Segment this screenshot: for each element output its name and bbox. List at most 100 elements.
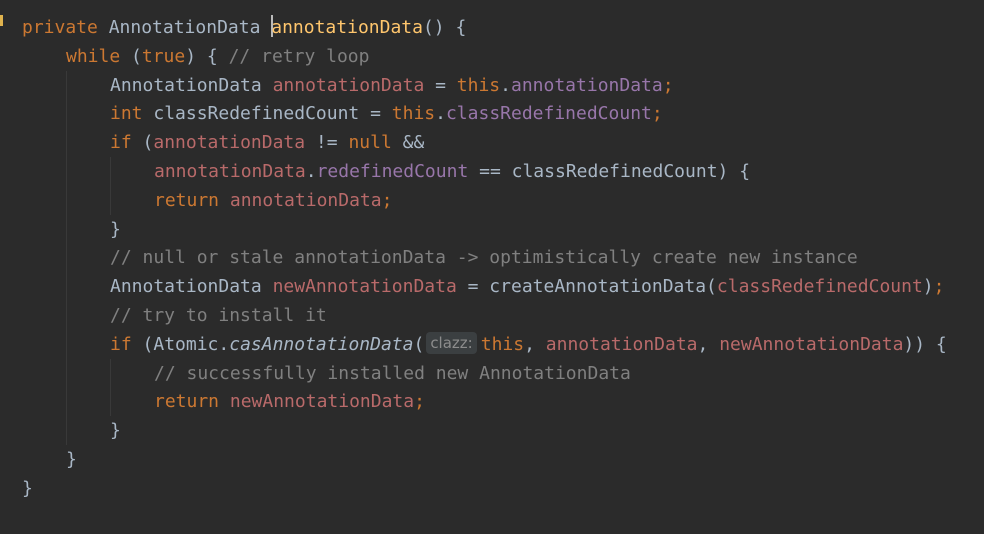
code-token: ) { (185, 45, 229, 67)
code-token: classRedefinedCount = (142, 103, 392, 125)
indent-guide (66, 416, 67, 446)
code-line[interactable]: // try to install it (22, 301, 327, 330)
code-token: == classRedefinedCount) { (468, 161, 751, 182)
code-token: AnnotationData (110, 74, 273, 96)
indent-space (110, 185, 132, 215)
bookmark-marker-icon (0, 15, 3, 26)
code-token: null (348, 132, 392, 154)
code-token: newAnnotationData (272, 276, 457, 298)
code-token: private (22, 17, 98, 38)
code-editor[interactable]: private AnnotationData annotationData() … (0, 0, 984, 534)
indent-guide (110, 387, 111, 417)
code-token: int (110, 103, 143, 125)
parameter-hint: clazz: (426, 331, 477, 354)
indent-guide (66, 358, 67, 388)
code-token: return (154, 189, 220, 211)
indent-space (66, 416, 88, 446)
code-token: ( (413, 333, 425, 355)
code-token: , (524, 333, 546, 355)
code-token: // try to install it (110, 305, 327, 326)
indent-guide (66, 157, 67, 186)
indent-space (66, 128, 88, 158)
code-token: } (110, 420, 121, 442)
code-line[interactable]: return newAnnotationData; (22, 387, 425, 417)
indent-guide (110, 157, 111, 186)
code-token: . (500, 74, 511, 96)
code-token: != (305, 132, 349, 154)
indent-guide (66, 272, 67, 302)
code-line[interactable]: } (22, 445, 77, 474)
code-token: () { (422, 17, 467, 38)
code-token: redefinedCount (316, 161, 469, 182)
code-line[interactable]: int classRedefinedCount = this.classRede… (22, 99, 663, 129)
code-token: AnnotationData (110, 276, 273, 298)
code-line[interactable]: // successfully installed new Annotation… (22, 358, 631, 388)
code-token: casAnnotationData (229, 333, 414, 355)
code-line[interactable]: while (true) { // retry loop (22, 42, 369, 71)
code-token: ; (662, 74, 674, 96)
code-token: this (391, 103, 436, 125)
indent-space (66, 157, 88, 186)
code-line[interactable]: annotationData.redefinedCount == classRe… (22, 157, 750, 186)
code-line[interactable]: private AnnotationData annotationData() … (22, 13, 466, 42)
code-line[interactable]: AnnotationData newAnnotationData = creat… (22, 272, 944, 302)
indent-space (66, 329, 88, 359)
code-line[interactable]: } (22, 474, 33, 503)
code-line[interactable]: } (22, 214, 121, 244)
code-line[interactable]: } (22, 416, 121, 446)
code-token: classRedefinedCount (716, 276, 923, 298)
code-token: annotationData (271, 17, 423, 38)
indent-space (66, 99, 88, 129)
code-token: this (456, 74, 501, 96)
code-token: )) { (903, 333, 947, 355)
indent-space (66, 358, 88, 388)
code-token: if (110, 333, 132, 355)
code-line[interactable]: if (annotationData != null && (22, 128, 424, 158)
code-token: // null or stale annotationData -> optim… (110, 247, 858, 269)
code-token: ( (131, 132, 154, 154)
code-line[interactable]: return annotationData; (22, 185, 393, 215)
indent-guide (66, 99, 67, 129)
code-token: annotationData (229, 189, 382, 211)
indent-space (110, 358, 132, 388)
code-token: } (66, 449, 77, 470)
code-token: this (480, 333, 525, 355)
indent-space (66, 387, 88, 417)
code-line[interactable]: // null or stale annotationData -> optim… (22, 243, 858, 273)
code-token: if (110, 132, 132, 154)
code-line[interactable]: AnnotationData annotationData = this.ann… (22, 70, 674, 100)
code-line[interactable]: if (Atomic.casAnnotationData(clazz: this,… (22, 329, 947, 359)
code-token: = createAnnotationData( (456, 276, 717, 298)
indent-guide (66, 214, 67, 244)
code-token: ; (381, 189, 393, 211)
indent-guide (66, 387, 67, 417)
indent-space (66, 301, 88, 330)
indent-space (66, 185, 88, 215)
code-token: return (154, 391, 220, 413)
